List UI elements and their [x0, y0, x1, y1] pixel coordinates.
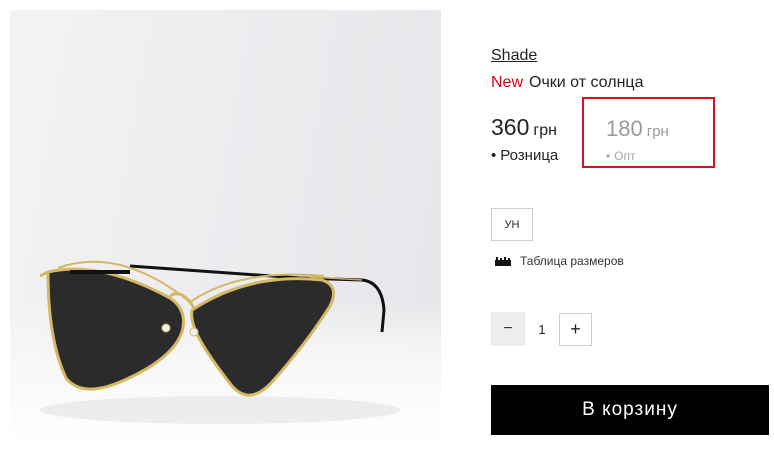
quantity-value[interactable]: 1	[525, 322, 559, 337]
product-image[interactable]	[10, 10, 441, 449]
wholesale-label-text: Опт	[614, 149, 636, 163]
retail-bullet: •	[491, 147, 497, 164]
product-title: Очки от солнца	[529, 74, 644, 91]
retail-label-text: Розница	[500, 147, 559, 164]
wholesale-price-value: 180	[606, 116, 643, 141]
sunglasses-icon	[39, 260, 400, 424]
quantity-stepper: − 1 +	[491, 312, 592, 346]
wholesale-price-currency: грн	[646, 123, 669, 140]
product-info: Shade New Очки от солнца 360 грн • Розница …	[491, 0, 774, 449]
retail-price-currency: грн	[533, 122, 557, 139]
brand-link[interactable]: Shade	[491, 47, 537, 65]
retail-label: • Розница	[491, 147, 558, 164]
retail-price-value: 360	[491, 114, 530, 140]
wholesale-bullet: •	[606, 149, 611, 163]
product-page: Shade New Очки от солнца 360 грн • Розница …	[0, 0, 774, 449]
wholesale-price: 180 грн	[606, 116, 669, 142]
size-option-un[interactable]: УН	[491, 208, 533, 241]
retail-price: 360 грн	[491, 114, 557, 141]
new-badge: New	[491, 74, 524, 91]
quantity-decrease-button[interactable]: −	[491, 312, 525, 346]
ruler-icon	[495, 257, 511, 266]
size-table-link[interactable]: Таблица размеров	[495, 254, 624, 268]
size-table-label: Таблица размеров	[520, 254, 624, 268]
add-to-cart-button[interactable]: В корзину	[491, 385, 769, 435]
product-title-row: New Очки от солнца	[491, 74, 643, 92]
wholesale-label: • Опт	[606, 149, 636, 163]
quantity-increase-button[interactable]: +	[559, 312, 592, 346]
